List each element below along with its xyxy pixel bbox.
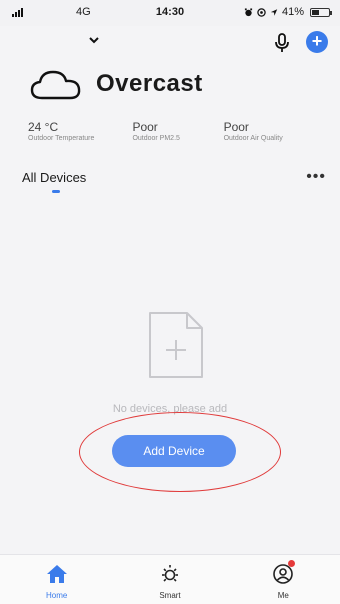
weather-summary: Overcast	[28, 66, 203, 102]
plus-circle-icon[interactable]: +	[306, 31, 328, 53]
cloud-icon	[30, 70, 81, 100]
nav-smart[interactable]: Smart	[113, 555, 226, 604]
add-file-icon	[149, 312, 203, 378]
stat-value: 24 °C	[28, 120, 59, 134]
status-bar: 4G 14:30 41%	[0, 0, 340, 26]
battery-percent: 41%	[281, 6, 304, 18]
home-icon	[46, 565, 67, 583]
battery-icon	[310, 7, 332, 17]
lock-rotation-icon	[257, 7, 266, 17]
nav-label: Home	[45, 591, 68, 600]
stat-value: Poor	[132, 120, 158, 134]
nav-home[interactable]: Home	[0, 555, 113, 604]
chevron-down-icon	[89, 37, 99, 44]
nav-me[interactable]: Me	[227, 555, 340, 604]
weather-condition: Overcast	[96, 70, 203, 97]
add-device-button[interactable]: Add Device	[112, 435, 236, 467]
battery-fill	[312, 9, 319, 15]
sun-icon	[161, 565, 178, 582]
bottom-nav: Home Smart Me	[0, 554, 340, 604]
tab-active-indicator	[52, 190, 60, 193]
status-right: 41%	[244, 6, 332, 18]
stat-temperature: 24 °C Outdoor Temperature	[28, 120, 132, 142]
tab-all-devices[interactable]: All Devices	[22, 170, 86, 185]
weather-stats: 24 °C Outdoor Temperature Poor Outdoor P…	[28, 120, 328, 142]
stat-air-quality: Poor Outdoor Air Quality	[224, 120, 328, 142]
stat-value: Poor	[223, 120, 249, 134]
stat-label: Outdoor Temperature	[28, 135, 95, 142]
device-tabs: All Devices •••	[0, 168, 340, 198]
home-selector[interactable]	[88, 32, 100, 48]
more-options-icon[interactable]: •••	[306, 168, 326, 186]
location-icon	[270, 8, 278, 16]
stat-pm25: Poor Outdoor PM2.5	[132, 120, 223, 142]
top-bar: +	[0, 26, 340, 60]
nav-label: Me	[277, 591, 289, 600]
nav-label: Smart	[159, 591, 181, 600]
alarm-icon	[244, 7, 253, 16]
stat-label: Outdoor PM2.5	[132, 135, 180, 142]
microphone-icon[interactable]	[272, 32, 292, 54]
stat-label: Outdoor Air Quality	[223, 135, 283, 142]
